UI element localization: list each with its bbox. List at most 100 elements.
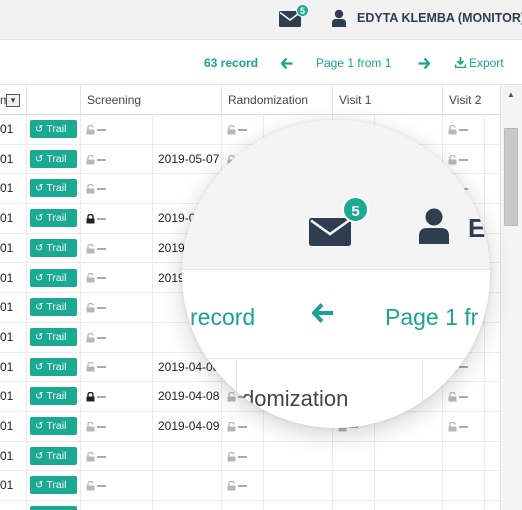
visit-1-date-cell: [375, 471, 443, 501]
screening-lock-cell[interactable]: [81, 322, 153, 352]
trail-button[interactable]: ↺Trail: [30, 238, 77, 257]
scroll-up-arrow-icon[interactable]: ▲: [507, 90, 515, 99]
screening-lock-cell[interactable]: [81, 263, 153, 293]
trail-button[interactable]: ↺Trail: [30, 179, 77, 198]
table-row: 01↺Trail: [0, 441, 515, 472]
screening-lock-cell[interactable]: [81, 144, 153, 174]
unlocked-icon: [227, 451, 236, 462]
trail-cell: ↺Trail: [27, 263, 81, 293]
history-icon: ↺: [35, 153, 44, 165]
unlocked-icon: [86, 481, 95, 491]
trail-button[interactable]: ↺Trail: [30, 446, 77, 465]
trail-button[interactable]: ↺Trail: [30, 120, 77, 138]
screening-lock-cell[interactable]: [81, 174, 153, 204]
arrow-right-icon: [418, 57, 431, 70]
magnified-user-name: E: [468, 213, 486, 243]
history-icon: ↺: [35, 450, 44, 462]
subject-id-cell: 01: [0, 293, 27, 322]
dash-icon: [97, 158, 106, 161]
screening-lock-cell[interactable]: [81, 204, 153, 233]
export-button[interactable]: Export: [454, 56, 504, 70]
trail-button[interactable]: ↺Trail: [30, 506, 77, 510]
user-icon[interactable]: [332, 9, 346, 27]
trail-button[interactable]: ↺Trail: [30, 387, 77, 406]
randomization-lock-cell[interactable]: [222, 441, 264, 471]
trail-button[interactable]: ↺Trail: [30, 327, 77, 346]
screening-lock-cell[interactable]: [81, 233, 153, 263]
randomization-lock-cell[interactable]: [222, 471, 264, 501]
screening-date-cell: [153, 441, 222, 471]
column-header-visit-1[interactable]: Visit 1: [333, 86, 443, 115]
subject-id-cell: 01: [0, 412, 27, 441]
trail-button[interactable]: ↺Trail: [30, 357, 77, 376]
dash-icon: [97, 188, 106, 191]
visit-2-lock-cell[interactable]: [443, 412, 485, 441]
column-filter-dropdown[interactable]: ▾: [6, 94, 20, 107]
magnified-mail-icon: [309, 218, 351, 246]
table-row: 01 ↺ Trail 2019-04-09: [0, 412, 515, 442]
subject-id-cell: 01: [0, 144, 27, 174]
screening-lock-cell[interactable]: [81, 471, 153, 501]
trail-cell: ↺Trail: [27, 322, 81, 352]
subject-id-cell: 01: [0, 501, 27, 510]
unlocked-icon: [227, 421, 236, 432]
subject-id-cell: 01: [0, 174, 27, 204]
screening-lock-cell[interactable]: [81, 501, 153, 510]
notification-badge[interactable]: 5: [296, 4, 309, 17]
unlocked-icon: [448, 421, 457, 432]
next-page-button[interactable]: [418, 56, 431, 71]
user-name[interactable]: EDYTA KLEMBA (MONITOR): [357, 11, 522, 25]
subject-id-cell: 01: [0, 352, 27, 382]
magnified-column-divider: [236, 360, 237, 428]
screening-lock-cell[interactable]: [81, 352, 153, 382]
top-bar: 5 EDYTA KLEMBA (MONITOR): [0, 0, 522, 40]
scrollbar-thumb[interactable]: [504, 128, 518, 226]
screening-lock-cell[interactable]: [81, 441, 153, 471]
history-icon: ↺: [35, 213, 44, 225]
trail-button[interactable]: ↺Trail: [30, 149, 77, 168]
trail-cell: ↺Trail: [27, 174, 81, 204]
dash-icon: [97, 128, 106, 131]
visit-2-lock-cell[interactable]: [443, 501, 485, 510]
dash-icon: [97, 396, 106, 399]
visit-1-lock-cell[interactable]: [333, 471, 375, 501]
column-header-randomization[interactable]: Randomization: [222, 86, 333, 115]
unlocked-icon: [448, 391, 457, 402]
subject-id-cell: 01: [0, 382, 27, 411]
visit-2-lock-cell[interactable]: [443, 471, 485, 501]
vertical-scrollbar[interactable]: ▲: [500, 86, 522, 510]
screening-lock-cell[interactable]: [81, 115, 153, 144]
subject-id-cell: 01: [0, 115, 27, 144]
trail-cell: ↺Trail: [27, 382, 81, 411]
visit-2-lock-cell[interactable]: [443, 382, 485, 411]
dash-icon: [97, 336, 106, 339]
visit-1-lock-cell[interactable]: [333, 501, 375, 510]
screening-lock-cell[interactable]: [81, 412, 153, 441]
page-indicator: Page 1 from 1: [316, 56, 392, 70]
column-header-screening[interactable]: Screening: [81, 86, 222, 115]
locked-icon: [86, 213, 95, 224]
screening-lock-cell[interactable]: [81, 382, 153, 411]
randomization-lock-cell[interactable]: [222, 412, 264, 441]
prev-page-button[interactable]: [280, 56, 293, 71]
dash-icon: [238, 455, 247, 458]
screening-lock-cell[interactable]: [81, 293, 153, 322]
trail-button[interactable]: ↺Trail: [30, 268, 77, 287]
visit-1-lock-cell[interactable]: [333, 441, 375, 471]
table-row: 01↺Trail: [0, 501, 515, 510]
trail-button[interactable]: ↺Trail: [30, 417, 77, 435]
visit-2-lock-cell[interactable]: [443, 441, 485, 471]
visit-1-date-cell: [375, 501, 443, 510]
randomization-lock-cell[interactable]: [222, 501, 264, 510]
unlocked-icon: [86, 154, 95, 165]
unlocked-icon: [86, 243, 95, 254]
dash-icon: [238, 425, 247, 428]
column-header-id[interactable]: m ▾: [0, 86, 27, 115]
trail-button[interactable]: ↺Trail: [30, 298, 77, 317]
magnified-pager: record Page 1 fr: [182, 271, 490, 359]
magnified-record-text: record: [190, 304, 256, 330]
trail-button[interactable]: ↺Trail: [30, 209, 77, 228]
trail-button[interactable]: ↺Trail: [30, 476, 77, 495]
arrow-left-icon: [280, 57, 293, 70]
trail-cell: ↺Trail: [27, 501, 81, 510]
